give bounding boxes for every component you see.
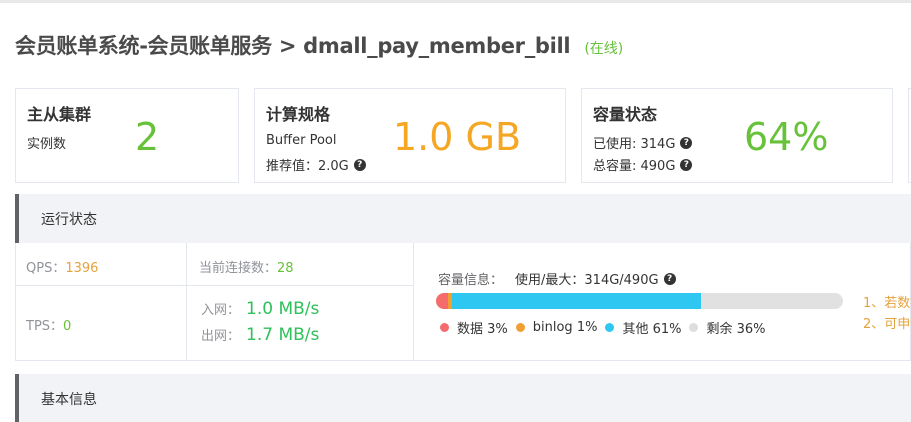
connections-value: 28 <box>277 261 294 276</box>
net-out-row: 出网： 1.7 MB/s <box>201 325 319 345</box>
capacity-info-cell: 容量信息： 使用/最大：314G/490G ? 数据 3% binlog 1% 其他… <box>426 243 911 361</box>
recommended-value-row: 推荐值：2.0G ? <box>266 155 366 174</box>
capacity-card-title: 容量状态 <box>593 105 658 124</box>
instance-count-label: 实例数 <box>27 137 67 152</box>
page-header: 会员账单系统-会员账单服务 > dmall_pay_member_bill (在… <box>15 30 623 58</box>
legend-dot-icon <box>689 323 699 332</box>
status-badge: (在线) <box>584 41 624 57</box>
basic-info-section-header: 基本信息 <box>15 374 911 422</box>
capacity-info-header: 容量信息： 使用/最大：314G/490G ? <box>438 269 676 288</box>
capacity-card: 容量状态 已使用: 314G ? 总容量: 490G ? 64% <box>581 88 893 183</box>
buffer-pool-value: 1.0 GB <box>393 115 522 159</box>
capacity-legend-label: 其他 61% <box>622 322 682 337</box>
capacity-legend-label: 剩余 36% <box>706 322 766 337</box>
top-divider <box>0 0 911 3</box>
question-circle-icon[interactable]: ? <box>680 158 693 171</box>
capacity-info-summary: 使用/最大：314G/490G <box>515 273 659 288</box>
legend-dot-icon <box>605 323 615 332</box>
basic-info-section-title: 基本信息 <box>41 392 97 408</box>
capacity-notes: 1、若数据 2、可申请 <box>863 293 911 335</box>
capacity-progress-bar <box>436 293 843 309</box>
net-in-row: 入网： 1.0 MB/s <box>201 299 319 319</box>
compute-card-title: 计算规格 <box>266 105 331 124</box>
net-out-value: 1.7 MB/s <box>246 325 320 345</box>
total-label: 总容量: 490G <box>593 159 676 174</box>
capacity-legend-item: binlog 1% <box>515 320 598 335</box>
total-row: 总容量: 490G ? <box>593 155 693 174</box>
capacity-legend-item: 数据 3% <box>440 318 508 337</box>
net-out-label: 出网： <box>201 329 241 344</box>
question-circle-icon[interactable]: ? <box>353 158 366 171</box>
instance-count-value: 2 <box>135 115 160 159</box>
capacity-bar-segment <box>436 293 449 309</box>
question-circle-icon[interactable]: ? <box>680 136 693 149</box>
question-circle-icon[interactable]: ? <box>663 272 676 285</box>
capacity-note-2: 2、可申请 <box>863 317 911 332</box>
capacity-legend-item: 剩余 36% <box>689 318 766 337</box>
buffer-pool-label: Buffer Pool <box>266 133 337 148</box>
used-label: 已使用: 314G <box>593 137 676 152</box>
cluster-card-title: 主从集群 <box>27 105 92 124</box>
capacity-legend-item: 其他 61% <box>605 318 681 337</box>
capacity-percent-value: 64% <box>744 115 829 159</box>
network-cell: 入网： 1.0 MB/s 出网： 1.7 MB/s <box>187 286 414 361</box>
connections-cell: 当前连接数：28 <box>187 243 414 286</box>
run-status-section-header: 运行状态 <box>15 194 911 243</box>
capacity-bar-segment <box>452 293 701 309</box>
qps-cell: QPS：1396 <box>16 243 187 286</box>
qps-value: 1396 <box>65 261 99 276</box>
capacity-info-label: 容量信息： <box>438 273 504 288</box>
qps-label: QPS： <box>26 261 66 276</box>
net-in-value: 1.0 MB/s <box>246 299 320 319</box>
legend-dot-icon <box>440 323 449 332</box>
legend-dot-icon <box>515 323 525 332</box>
compute-card: 计算规格 Buffer Pool 推荐值：2.0G ? 1.0 GB <box>254 88 566 183</box>
used-row: 已使用: 314G ? <box>593 133 693 152</box>
net-in-label: 入网： <box>201 303 241 318</box>
page-title: 会员账单系统-会员账单服务 > dmall_pay_member_bill <box>15 34 571 58</box>
tps-cell: TPS：0 <box>16 286 187 361</box>
capacity-legend-label: 数据 3% <box>457 322 508 337</box>
run-status-panel: QPS：1396 当前连接数：28 TPS：0 入网： 1.0 MB/s 出网：… <box>15 243 911 361</box>
cluster-card: 主从集群 实例数 2 <box>15 88 239 183</box>
connections-label: 当前连接数： <box>199 261 278 276</box>
capacity-legend-label: binlog 1% <box>532 320 598 335</box>
capacity-legend: 数据 3% binlog 1% 其他 61% 剩余 36% <box>440 318 774 337</box>
tps-value: 0 <box>63 319 72 334</box>
capacity-note-1: 1、若数据 <box>863 296 911 311</box>
recommended-value-label: 推荐值：2.0G <box>266 159 349 174</box>
run-status-section-title: 运行状态 <box>41 212 97 228</box>
tps-label: TPS： <box>26 319 64 334</box>
